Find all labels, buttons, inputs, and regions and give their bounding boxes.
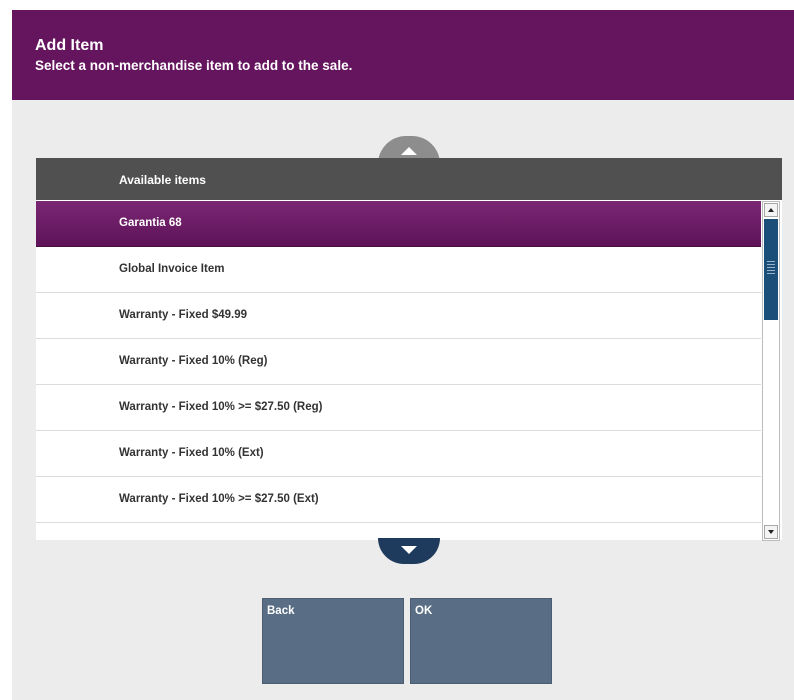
list-header: Available items [36,158,782,200]
back-button[interactable]: Back [262,598,404,684]
page-header: Add Item Select a non-merchandise item t… [12,10,794,100]
page-title: Add Item [35,37,104,54]
list-scrollbar[interactable] [762,201,780,541]
ok-button-label: OK [415,605,433,617]
list-header-label: Available items [119,173,206,187]
list-item[interactable]: Warranty - Fixed $49.99 [36,293,761,339]
list-item-label: Warranty - Fixed 10% (Reg) [119,355,268,367]
scrollbar-thumb[interactable] [764,219,778,320]
list-item-label: Warranty - Fixed 10% >= $27.50 (Reg) [119,401,323,413]
grip-icon [767,261,775,275]
list-item-label: Warranty - Fixed 10% >= $27.50 (Ext) [119,493,319,505]
arrow-down-icon [768,530,774,534]
page-subtitle: Select a non-merchandise item to add to … [35,58,353,73]
list-item[interactable]: Warranty - Fixed 10% (Reg) [36,339,761,385]
list-item[interactable]: Warranty - Fixed 10% >= $27.50 (Reg) [36,385,761,431]
ok-button[interactable]: OK [410,598,552,684]
chevron-up-icon [401,147,417,155]
arrow-up-icon [768,208,774,212]
list-item-label: Global Invoice Item [119,263,225,275]
scrollbar-down-arrow[interactable] [764,525,778,539]
scrollbar-up-arrow[interactable] [764,203,778,217]
list-item-label: Warranty - Fixed 10% (Ext) [119,447,264,459]
chevron-down-icon [401,546,417,554]
list-item[interactable]: Global Invoice Item [36,247,761,293]
list-item[interactable]: Garantia 68 [36,201,761,247]
available-items-list: Available items Garantia 68 Global Invoic… [36,158,782,540]
list-item[interactable]: Warranty - Fixed 10% (Ext) [36,431,761,477]
list-rows: Garantia 68 Global Invoice Item Warranty -… [36,201,761,523]
back-button-label: Back [267,605,295,617]
list-item-label: Garantia 68 [119,217,182,229]
list-item[interactable]: Warranty - Fixed 10% >= $27.50 (Ext) [36,477,761,523]
list-item-label: Warranty - Fixed $49.99 [119,309,248,321]
